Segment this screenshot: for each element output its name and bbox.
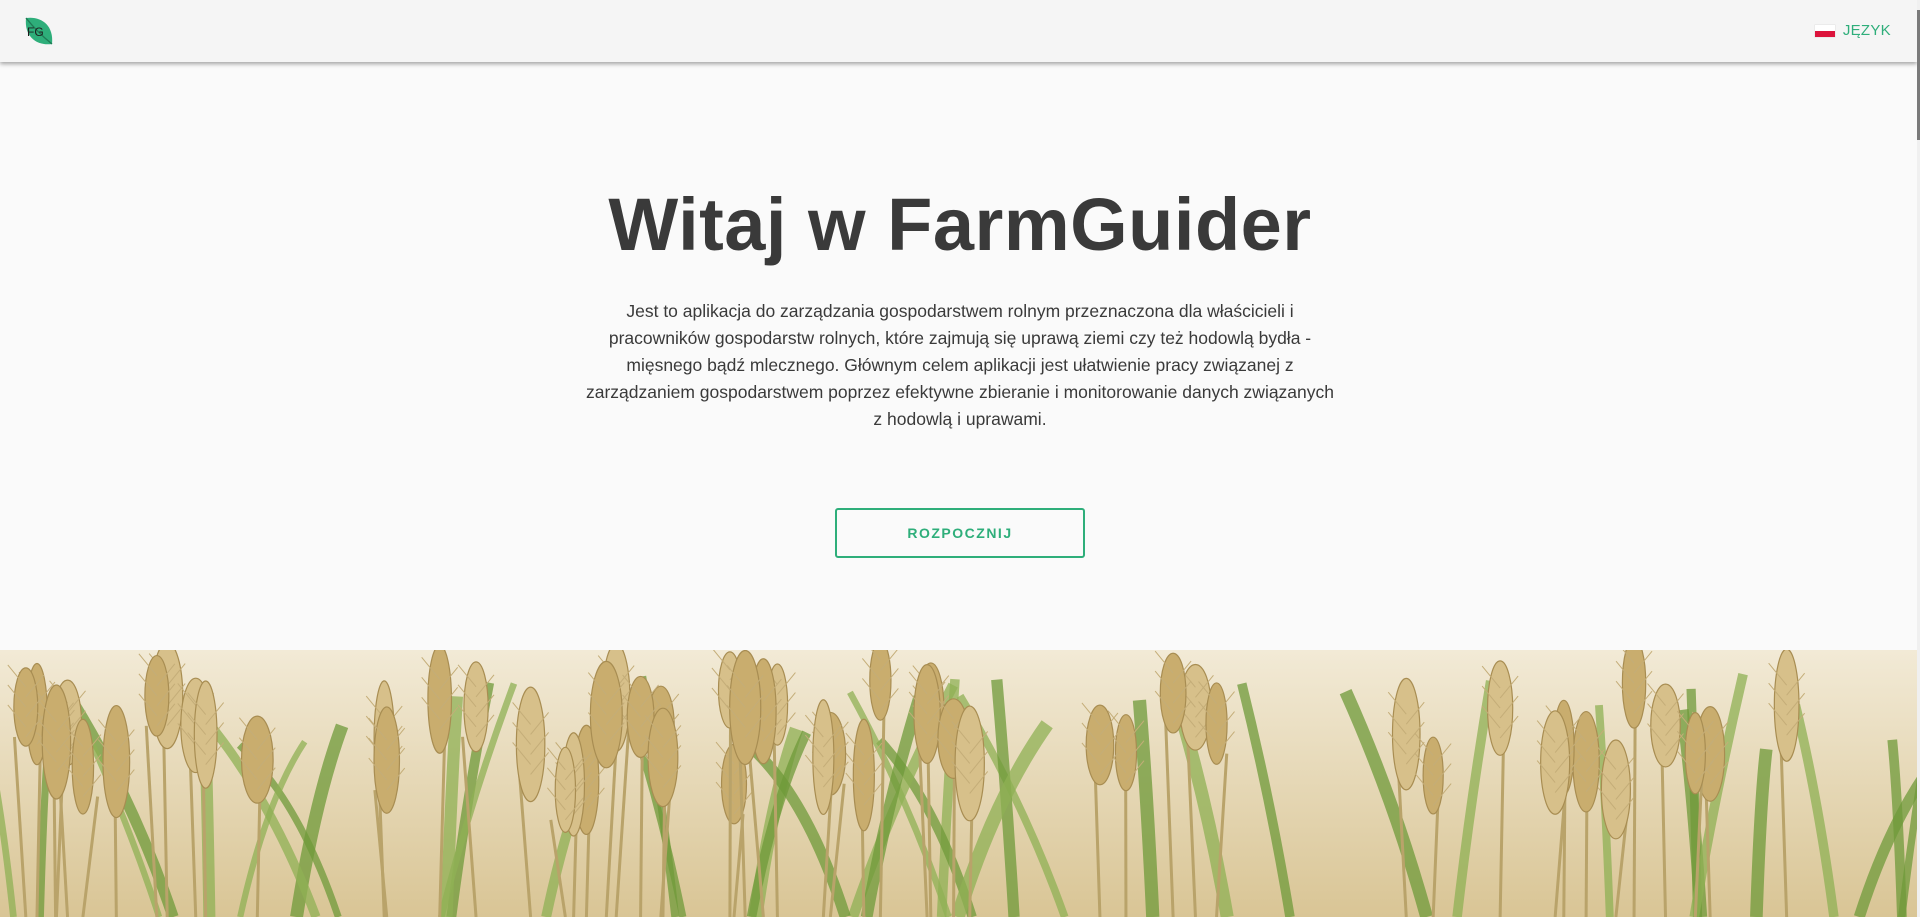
wheat-head xyxy=(1650,683,1681,768)
hero-section: Witaj w FarmGuider Jest to aplikacja do … xyxy=(0,62,1920,650)
wheat-head xyxy=(240,715,274,804)
logo-text: FG xyxy=(27,25,44,39)
wheat-head xyxy=(41,684,72,800)
wheat-head xyxy=(589,660,623,769)
wheat-head xyxy=(729,650,762,766)
wheat-head xyxy=(1159,652,1187,734)
wheat-head xyxy=(1540,710,1571,815)
app-logo[interactable]: FG xyxy=(22,14,56,48)
wheat-illustration xyxy=(0,650,1920,917)
wheat-stem xyxy=(728,719,732,917)
wheat-head xyxy=(71,718,95,815)
language-label: JĘZYK xyxy=(1842,22,1891,39)
wheat-stem xyxy=(1632,713,1637,917)
wheat-head xyxy=(373,706,401,814)
wheat-stem xyxy=(952,768,956,917)
wheat-head xyxy=(1422,736,1444,815)
wheat-head xyxy=(515,686,546,803)
leaf-icon: FG xyxy=(25,17,53,45)
poland-flag-icon xyxy=(1814,24,1835,37)
wheat-head xyxy=(427,650,453,754)
wheat-head xyxy=(1773,650,1800,762)
top-navbar: FG JĘZYK xyxy=(0,0,1917,62)
wheat-stem xyxy=(639,746,644,917)
page-title: Witaj w FarmGuider xyxy=(608,183,1312,266)
wheat-head xyxy=(1114,714,1138,792)
language-selector[interactable]: JĘZYK xyxy=(1814,22,1891,39)
wheat-field-image xyxy=(0,650,1920,917)
app-description: Jest to aplikacja do zarządzania gospoda… xyxy=(585,301,1335,429)
start-button[interactable]: ROZPOCZNIJ xyxy=(835,508,1085,558)
wheat-head xyxy=(1621,650,1647,729)
wheat-head xyxy=(852,718,875,832)
